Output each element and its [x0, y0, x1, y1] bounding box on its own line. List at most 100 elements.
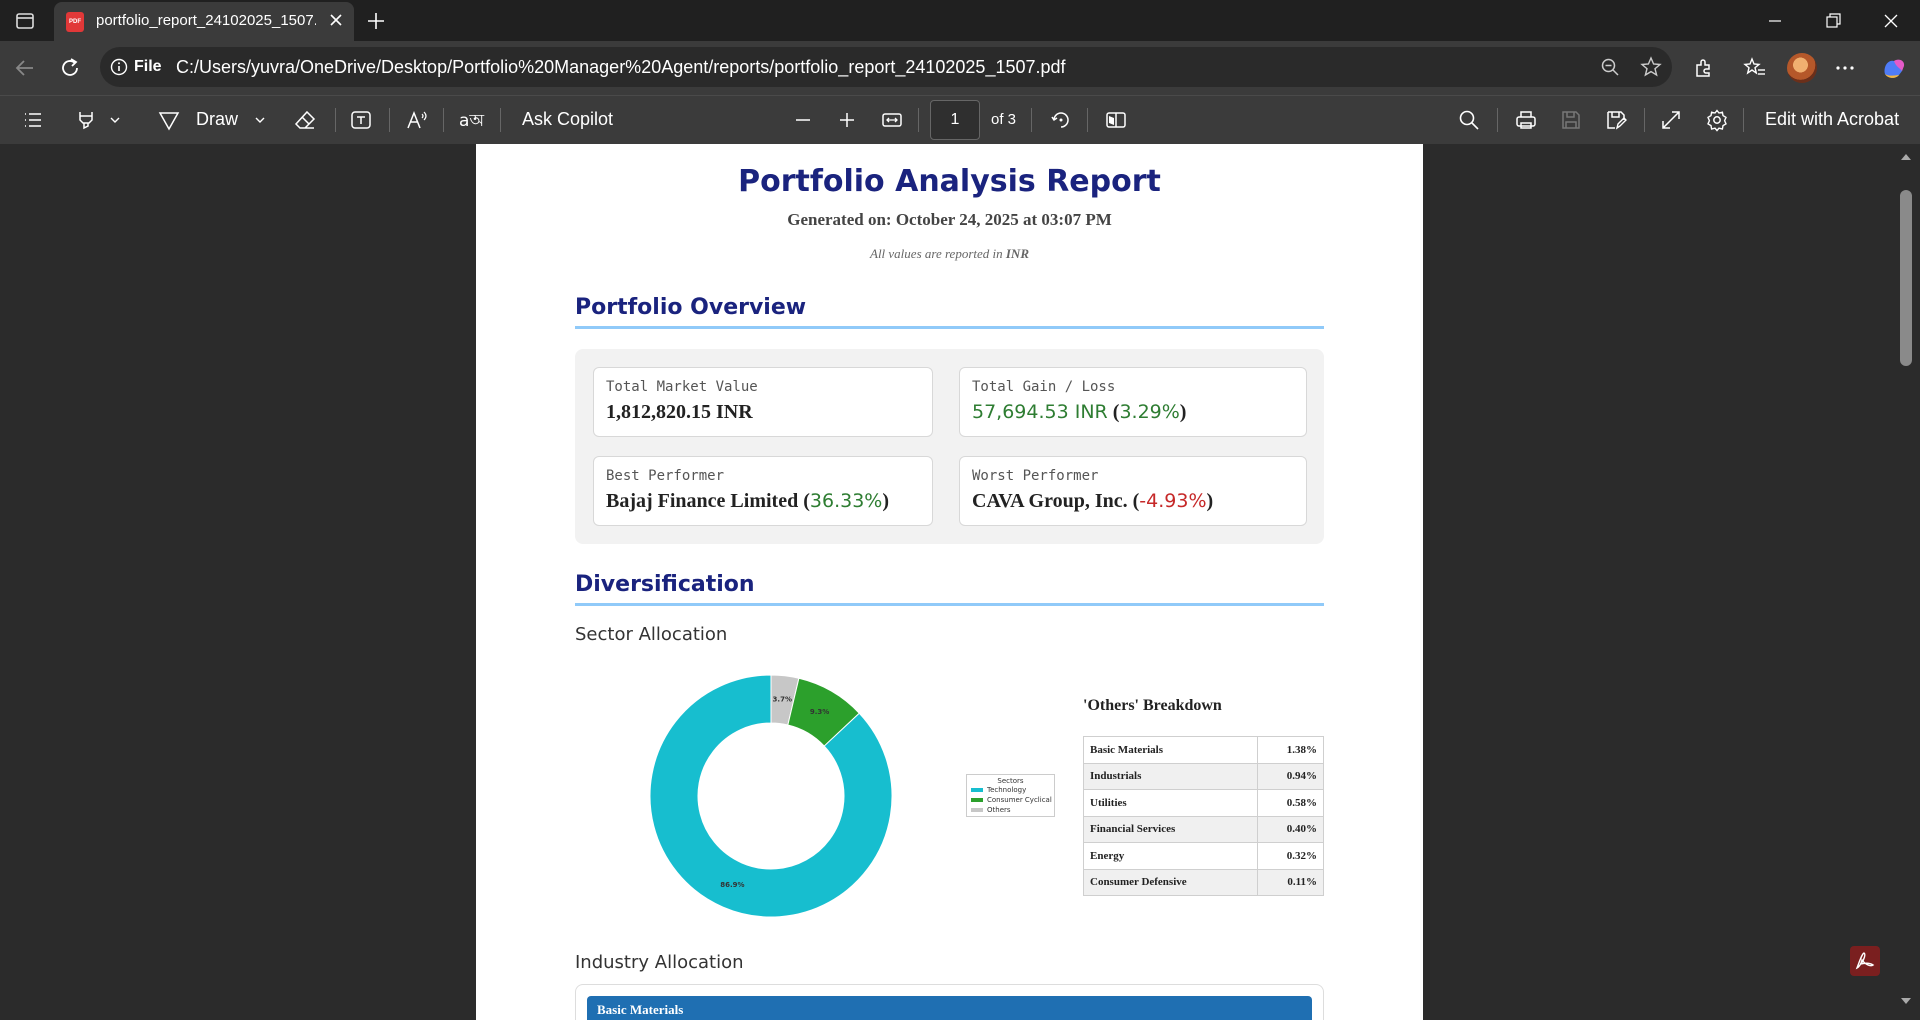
close-window-icon[interactable] [1880, 10, 1902, 32]
address-url[interactable]: C:/Users/yuvra/OneDrive/Desktop/Portfoli… [176, 57, 1066, 78]
copilot-icon[interactable] [1880, 55, 1906, 81]
legend-label: Technology [987, 786, 1027, 794]
browser-tab[interactable]: PDF portfolio_report_24102025_1507.pdf [54, 2, 354, 41]
new-tab-icon[interactable] [365, 10, 387, 32]
sector-name: Industrials [1083, 762, 1258, 790]
fullscreen-icon[interactable] [1659, 108, 1683, 132]
scroll-up-icon[interactable] [1900, 152, 1912, 162]
sector-percent: 0.40% [1257, 815, 1324, 843]
settings-gear-icon[interactable] [1705, 108, 1729, 132]
sector-percent: 0.94% [1257, 762, 1324, 790]
sector-name: Financial Services [1083, 815, 1258, 843]
save-icon[interactable] [1559, 108, 1583, 132]
best-performer: Bajaj Finance Limited (36.33%) [606, 490, 889, 513]
title-bar: PDF portfolio_report_24102025_1507.pdf [0, 0, 1920, 41]
text-box-icon[interactable] [349, 108, 373, 132]
currency-code: INR [1005, 246, 1029, 261]
acrobat-icon[interactable] [1850, 946, 1880, 976]
read-aloud-icon[interactable] [405, 108, 429, 132]
total-gain-loss-card: Total Gain / Loss 57,694.53 INR (3.29%) [959, 367, 1307, 437]
sector-allocation-heading: Sector Allocation [575, 624, 728, 645]
svg-text:aঅ: aঅ [459, 111, 484, 131]
scroll-down-icon[interactable] [1900, 996, 1912, 1006]
others-breakdown-title: 'Others' Breakdown [1083, 697, 1222, 714]
address-scheme: File [134, 58, 162, 75]
worst-performer: CAVA Group, Inc. (-4.93%) [972, 490, 1213, 513]
legend-swatch [971, 808, 983, 812]
card-label: Best Performer [606, 468, 725, 484]
chart-legend: Sectors Technology Consumer Cyclical Other… [966, 774, 1055, 817]
extensions-icon[interactable] [1691, 55, 1717, 81]
ask-copilot-button[interactable]: Ask Copilot [522, 109, 613, 130]
profile-avatar[interactable] [1787, 53, 1817, 83]
minimize-icon[interactable] [1764, 10, 1786, 32]
close-tab-icon[interactable] [326, 10, 346, 30]
sector-name: Utilities [1083, 789, 1258, 817]
sector-percent: 0.32% [1257, 842, 1324, 870]
paren-close: ) [882, 490, 890, 512]
legend-title: Sectors [997, 777, 1024, 785]
draw-label[interactable]: Draw [196, 109, 238, 130]
highlight-icon[interactable] [74, 108, 98, 132]
draw-dropdown-icon[interactable] [253, 108, 267, 132]
donut-slice-label: 3.7% [773, 696, 792, 704]
table-row: Industrials 0.94% [1083, 762, 1324, 790]
toolbar-divider [1497, 108, 1498, 132]
favorites-icon[interactable] [1742, 55, 1768, 81]
print-icon[interactable] [1514, 108, 1538, 132]
industry-allocation-heading: Industry Allocation [575, 952, 744, 973]
overview-panel: Total Market Value 1,812,820.15 INR Tota… [575, 349, 1324, 544]
scrollbar-thumb[interactable] [1900, 190, 1912, 366]
table-of-contents-icon[interactable] [21, 108, 45, 132]
eraser-icon[interactable] [293, 108, 317, 132]
rotate-icon[interactable] [1049, 108, 1073, 132]
legend-swatch [971, 788, 983, 792]
paren-close: ) [1179, 401, 1187, 423]
card-label: Worst Performer [972, 468, 1099, 484]
back-icon[interactable] [12, 55, 38, 81]
toolbar-divider [1644, 108, 1645, 132]
highlight-dropdown-icon[interactable] [108, 108, 122, 132]
card-label: Total Market Value [606, 379, 758, 395]
draw-icon[interactable] [157, 108, 181, 132]
page-view-icon[interactable] [1104, 108, 1128, 132]
address-row: File C:/Users/yuvra/OneDrive/Desktop/Por… [0, 41, 1920, 95]
search-icon[interactable] [1457, 108, 1481, 132]
more-options-icon[interactable] [1832, 55, 1858, 81]
pdf-page: Portfolio Analysis Report Generated on: … [476, 144, 1423, 1020]
legend-label: Consumer Cyclical [987, 796, 1052, 804]
report-generated-date: Generated on: October 24, 2025 at 03:07 … [787, 210, 1112, 229]
fit-to-width-icon[interactable] [880, 108, 904, 132]
table-row: Utilities 0.58% [1083, 789, 1324, 817]
table-row: Financial Services 0.40% [1083, 815, 1324, 843]
sector-percent: 1.38% [1257, 736, 1324, 764]
legend-item: Consumer Cyclical [967, 795, 1054, 805]
toolbar-divider [389, 108, 390, 132]
overview-heading: Portfolio Overview [575, 295, 807, 320]
pdf-toolbar: Draw aঅ Ask Copilot 1 of 3 Edit with Acr… [0, 95, 1920, 144]
toolbar-divider [500, 108, 501, 132]
toolbar-divider [1743, 108, 1744, 132]
edit-with-acrobat-button[interactable]: Edit with Acrobat [1765, 109, 1899, 130]
info-icon[interactable] [110, 58, 128, 76]
translate-icon[interactable]: aঅ [458, 108, 486, 132]
tab-title: portfolio_report_24102025_1507.pdf [96, 12, 316, 29]
refresh-icon[interactable] [57, 55, 83, 81]
sidebar-toggle-icon[interactable] [14, 10, 36, 32]
industry-group-label: Basic Materials [597, 1002, 684, 1017]
best-performer-percent: 36.33% [809, 490, 883, 512]
save-as-icon[interactable] [1604, 108, 1628, 132]
best-performer-card: Best Performer Bajaj Finance Limited (36… [593, 456, 933, 526]
zoom-in-icon[interactable] [835, 108, 859, 132]
address-bar[interactable]: File C:/Users/yuvra/OneDrive/Desktop/Por… [100, 47, 1672, 87]
favorite-star-icon[interactable] [1640, 56, 1662, 78]
zoom-out-icon[interactable] [791, 108, 815, 132]
paren-close: ) [1206, 490, 1214, 512]
zoom-out-icon[interactable] [1600, 57, 1620, 77]
pdf-file-icon: PDF [66, 12, 84, 32]
pdf-viewer[interactable]: Portfolio Analysis Report Generated on: … [0, 144, 1920, 1020]
page-number-input[interactable]: 1 [930, 100, 980, 140]
restore-icon[interactable] [1822, 10, 1844, 32]
total-gain-loss: 57,694.53 INR (3.29%) [972, 401, 1186, 424]
donut-slice-label: 9.3% [810, 708, 829, 716]
